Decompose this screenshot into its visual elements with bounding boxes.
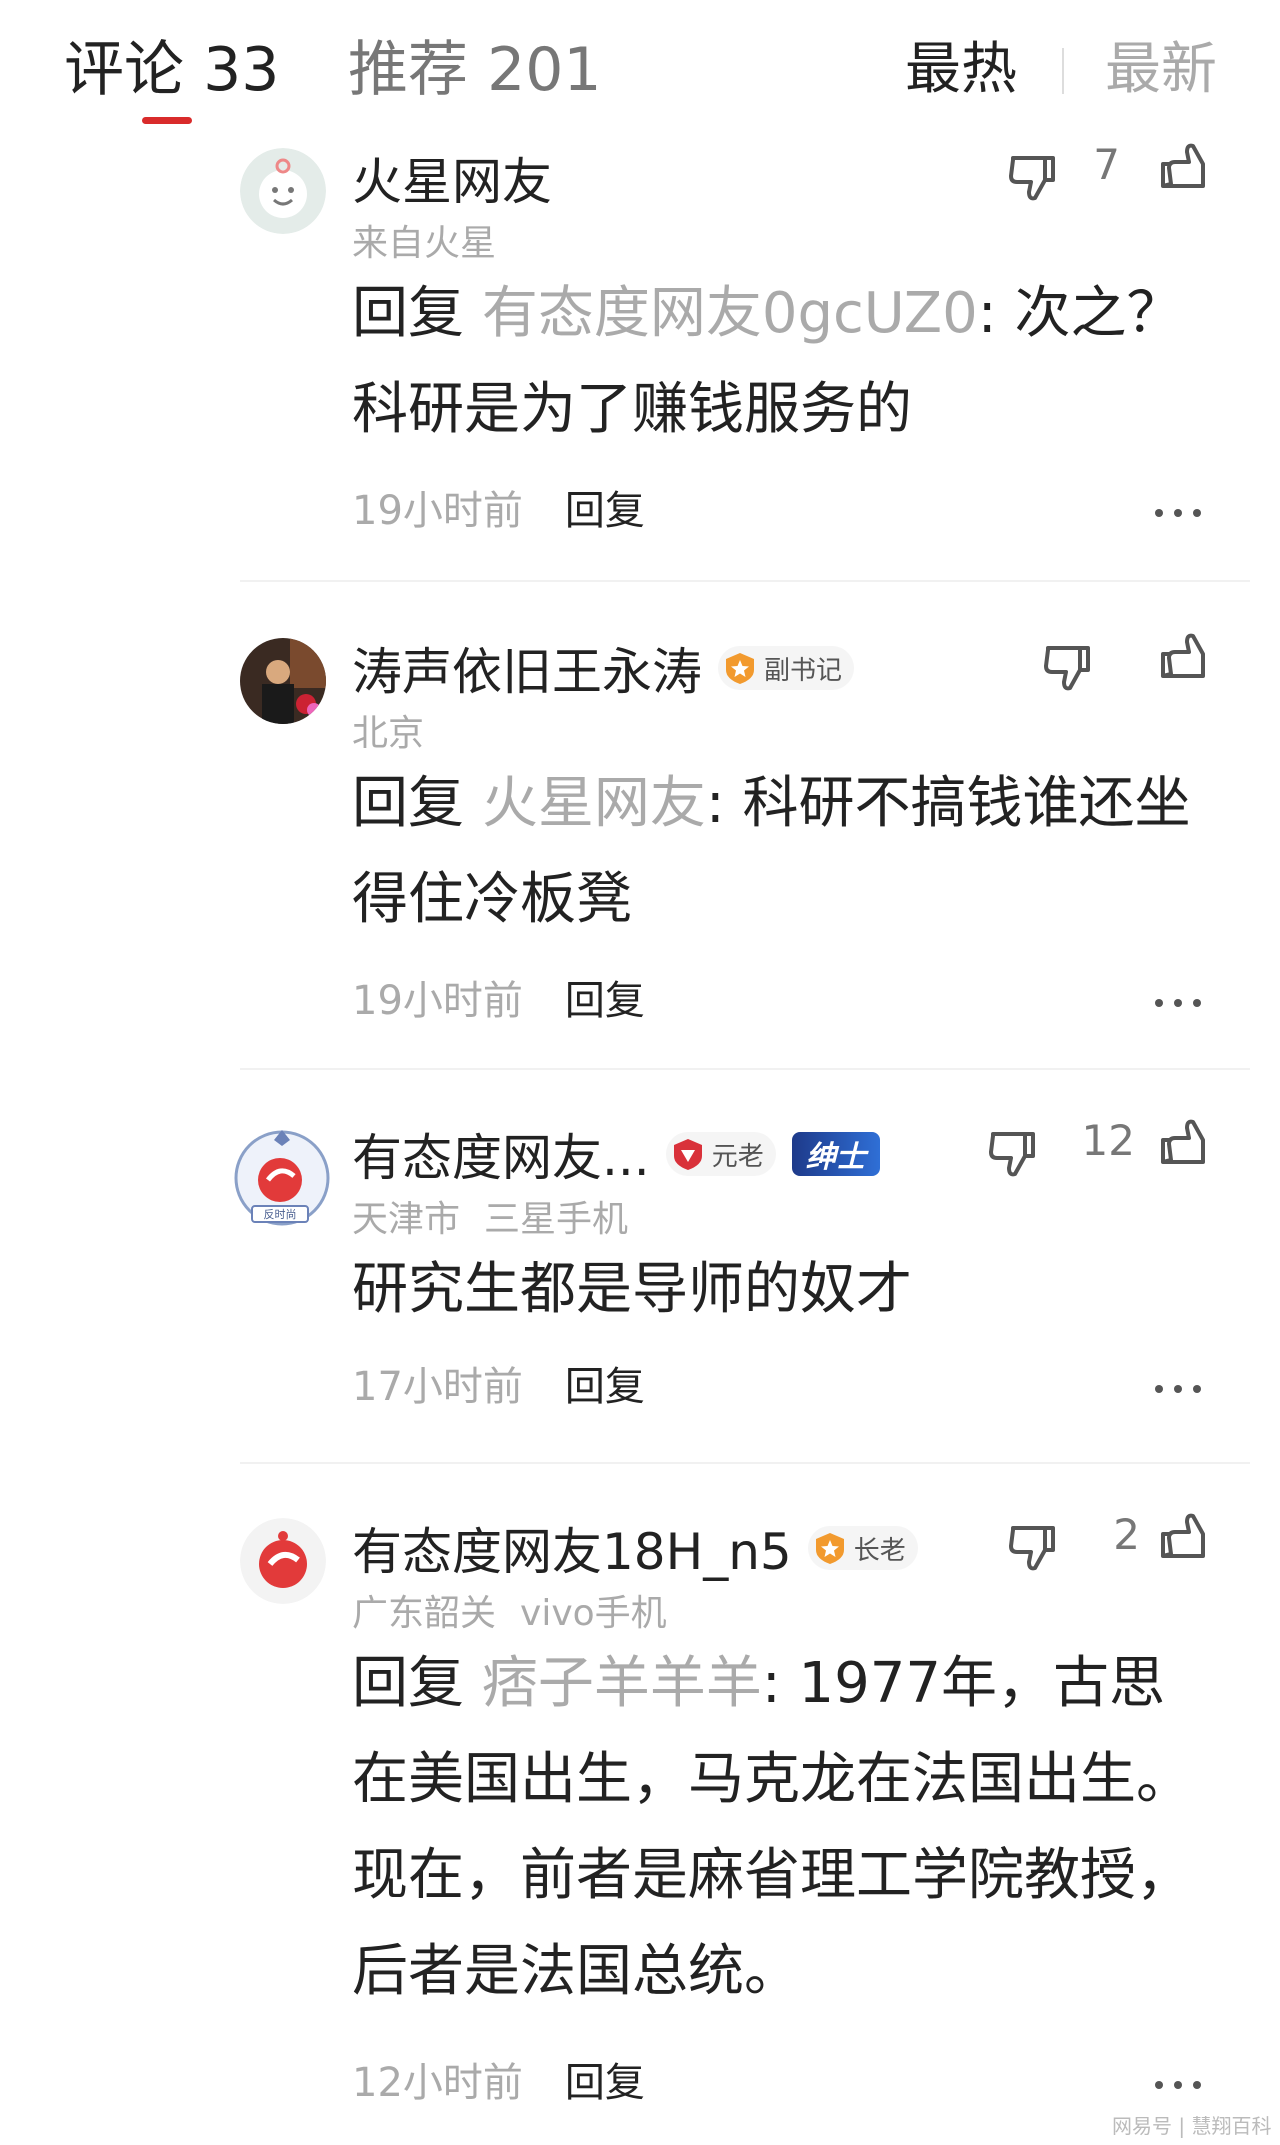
star-shield-icon — [815, 1533, 844, 1564]
thumb-up-icon[interactable] — [1155, 1116, 1211, 1172]
comment-footer: 12小时前 回复 — [352, 2050, 645, 2108]
reply-target-user[interactable]: 痞子羊羊羊 — [482, 1651, 762, 1716]
comment-meta: 广东韶关 vivo手机 — [352, 1584, 667, 1636]
comment-body: 回复 火星网友: 科研不搞钱谁还坐得住冷板凳 — [352, 756, 1202, 948]
badge-label: 副书记 — [764, 655, 843, 686]
like-count: 7 — [1093, 140, 1120, 189]
device: 三星手机 — [484, 1199, 629, 1240]
reply-prefix: 回复 — [352, 281, 464, 346]
thumb-up-icon[interactable] — [1155, 1510, 1211, 1566]
separator — [240, 1068, 1250, 1070]
comment-footer: 19小时前 回复 — [352, 968, 645, 1026]
sort-new-button[interactable]: 最新 — [1105, 30, 1217, 110]
thumb-down-icon[interactable] — [1005, 1518, 1061, 1574]
comment-header: 有态度网友18H_n5 长老 — [352, 1518, 918, 1581]
username[interactable]: 有态度网友... — [352, 1118, 650, 1190]
sort-divider — [1062, 48, 1064, 94]
location: 北京 — [352, 713, 425, 754]
comment-time: 12小时前 — [352, 2060, 523, 2106]
badge-vice-secretary: 副书记 — [718, 646, 855, 690]
badge-elder: 长老 — [807, 1526, 918, 1570]
comment-tabs-header: 评论 33 推荐 201 最热 最新 — [0, 0, 1280, 130]
sort-hot-button[interactable]: 最热 — [905, 30, 1017, 110]
separator — [240, 1462, 1250, 1464]
badge-label: 绅士 — [805, 1140, 866, 1175]
more-icon[interactable] — [1155, 1382, 1203, 1394]
more-icon[interactable] — [1155, 2078, 1203, 2090]
active-tab-indicator — [142, 117, 192, 124]
comment-meta: 北京 — [352, 704, 424, 756]
separator — [240, 580, 1250, 582]
username[interactable]: 有态度网友18H_n5 — [352, 1512, 792, 1584]
comment-meta: 来自火星 — [352, 214, 496, 266]
comment-header: 涛声依旧王永涛 副书记 — [352, 638, 855, 701]
comment-text: 研究生都是导师的奴才 — [352, 1257, 912, 1322]
location: 天津市 — [352, 1199, 461, 1240]
reply-prefix: 回复 — [352, 771, 464, 836]
badge-label: 长老 — [853, 1535, 906, 1566]
comment-time: 17小时前 — [352, 1364, 523, 1410]
reply-target-user[interactable]: 有态度网友0gcUZ0 — [482, 281, 978, 346]
thumb-up-icon[interactable] — [1155, 630, 1211, 686]
watermark: 网易号 | 慧翔百科 — [1112, 2114, 1272, 2138]
avatar[interactable]: 反时尚 — [228, 1124, 336, 1232]
thumb-down-icon[interactable] — [1040, 638, 1096, 694]
comment-body: 研究生都是导师的奴才 — [352, 1242, 1202, 1338]
tab-recommend[interactable]: 推荐 201 — [348, 30, 602, 110]
more-icon[interactable] — [1155, 996, 1203, 1008]
comment-body: 回复 有态度网友0gcUZ0: 次之？科研是为了赚钱服务的 — [352, 266, 1202, 458]
avatar-caption: 反时尚 — [264, 1207, 297, 1221]
username[interactable]: 火星网友 — [352, 142, 552, 214]
comment-header: 火星网友 — [352, 148, 552, 211]
badge-gentleman: 绅士 — [791, 1132, 880, 1176]
reply-button[interactable]: 回复 — [565, 978, 645, 1024]
comment-body: 回复 痞子羊羊羊: 1977年，古思在美国出生，马克龙在法国出生。现在，前者是麻… — [352, 1636, 1202, 2020]
avatar[interactable] — [240, 148, 326, 234]
device: vivo手机 — [520, 1593, 667, 1634]
location: 广东韶关 — [352, 1593, 497, 1634]
comment-text: : 1977年，古思在美国出生，马克龙在法国出生。现在，前者是麻省理工学院教授，… — [352, 1651, 1192, 2004]
username[interactable]: 涛声依旧王永涛 — [352, 632, 702, 704]
comment-time: 19小时前 — [352, 488, 523, 534]
tab-comments[interactable]: 评论 33 — [64, 30, 279, 110]
avatar[interactable] — [240, 1518, 326, 1604]
comment-header: 有态度网友... 元老 绅士 — [352, 1124, 880, 1187]
thumb-up-icon[interactable] — [1155, 140, 1211, 196]
comment-text: : 科研不搞钱谁还坐得住冷板凳 — [352, 771, 1191, 932]
reply-button[interactable]: 回复 — [565, 2060, 645, 2106]
badge-label: 元老 — [711, 1141, 764, 1172]
location: 来自火星 — [352, 223, 497, 264]
like-count: 12 — [1081, 1116, 1135, 1165]
star-shield-icon — [726, 653, 754, 684]
comment-footer: 19小时前 回复 — [352, 478, 645, 536]
comment-footer: 17小时前 回复 — [352, 1354, 645, 1412]
reply-button[interactable]: 回复 — [565, 1364, 645, 1410]
thumb-down-icon[interactable] — [985, 1124, 1041, 1180]
comment-time: 19小时前 — [352, 978, 523, 1024]
more-icon[interactable] — [1155, 506, 1203, 518]
like-count: 2 — [1113, 1510, 1140, 1559]
reply-prefix: 回复 — [352, 1651, 464, 1716]
reply-target-user[interactable]: 火星网友 — [482, 771, 706, 836]
avatar[interactable] — [240, 638, 326, 724]
reply-button[interactable]: 回复 — [565, 488, 645, 534]
badge-veteran: 元老 — [665, 1132, 776, 1176]
comment-meta: 天津市 三星手机 — [352, 1190, 628, 1242]
gem-shield-icon — [673, 1139, 702, 1170]
